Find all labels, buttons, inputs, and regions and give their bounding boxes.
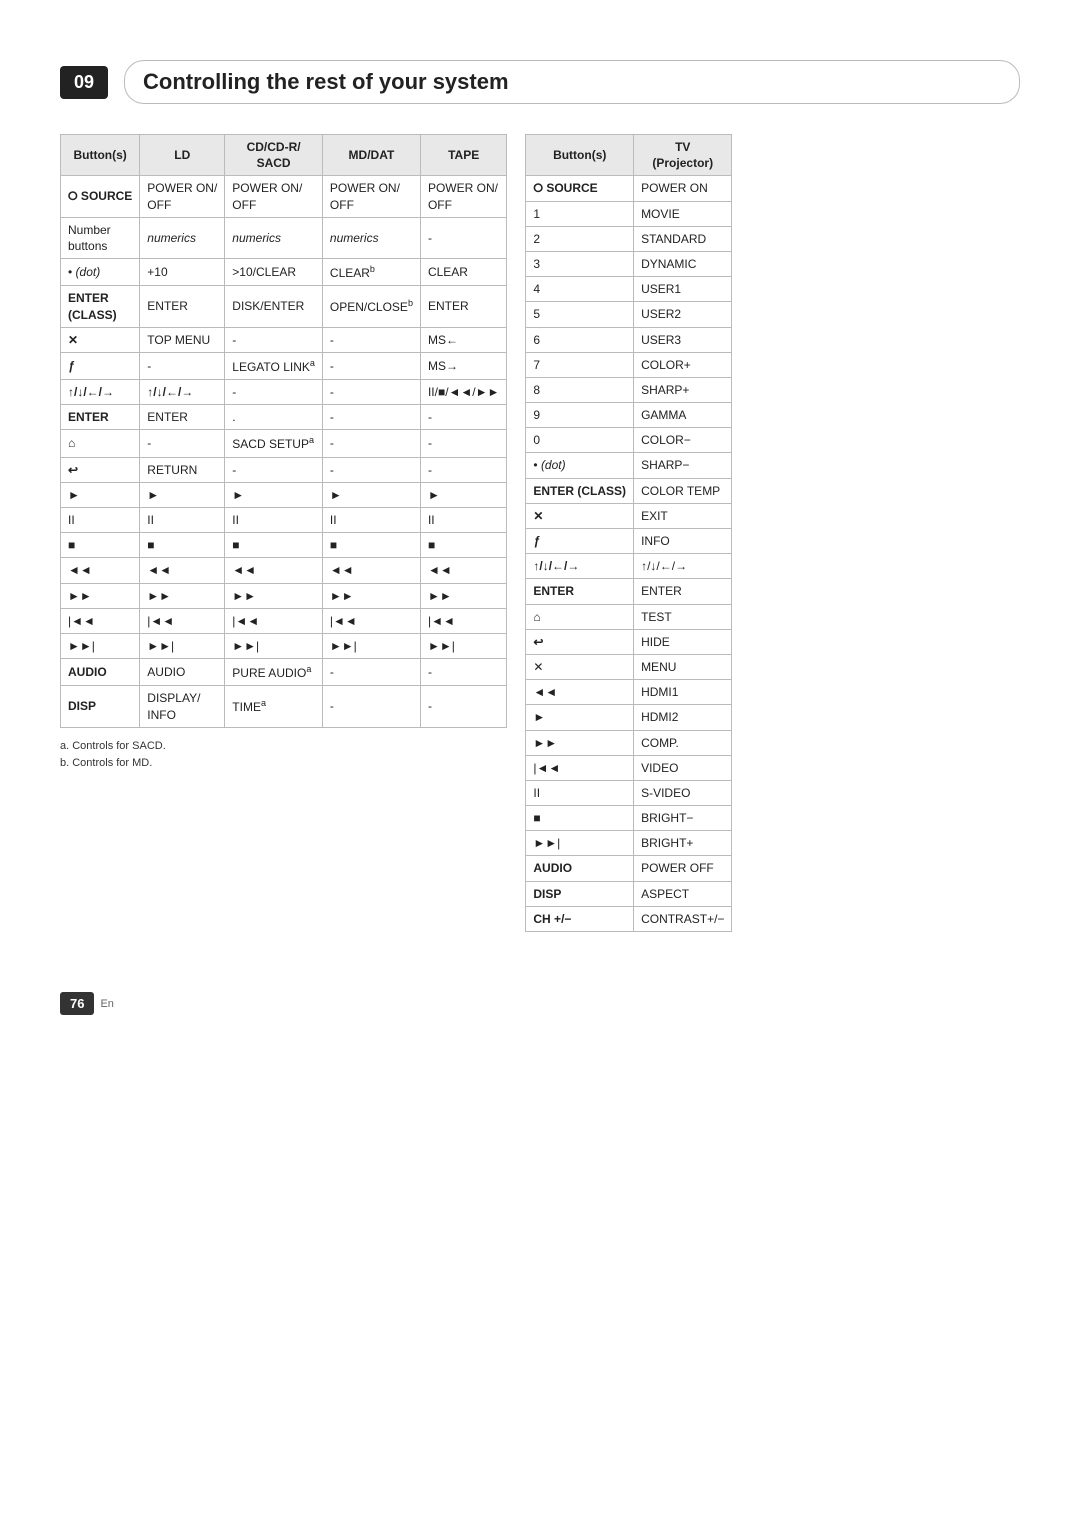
col-buttons-right: Button(s) (526, 135, 634, 176)
table-row: ►► COMP. (526, 730, 732, 755)
page-number: 76 (60, 992, 94, 1015)
table-row: ENTER ENTER . - - (61, 405, 507, 430)
table-row: ■ BRIGHT− (526, 806, 732, 831)
table-row: ENTER ENTER (526, 579, 732, 604)
footnote-a: a. Controls for SACD. (60, 738, 507, 756)
table-row: ■ ■ ■ ■ ■ (61, 533, 507, 558)
right-table-container: Button(s) TV(Projector) ⭘ SOURCE POWER O… (525, 134, 732, 932)
left-table-container: Button(s) LD CD/CD-R/SACD MD/DAT TAPE ⭘ … (60, 134, 507, 773)
table-row: DISP DISPLAY/INFO TIMEa - - (61, 686, 507, 727)
table-row: ► ► ► ► ► (61, 482, 507, 507)
table-row: 6 USER3 (526, 327, 732, 352)
table-row: ◄◄ HDMI1 (526, 680, 732, 705)
table-row: ↩ HIDE (526, 629, 732, 654)
table-row: 2 STANDARD (526, 226, 732, 251)
col-ld: LD (140, 135, 225, 176)
page-footer: 76 En (60, 992, 1020, 1015)
table-row: ↑/↓/←/→ ↑/↓/←/→ - - II/■/◄◄/►► (61, 380, 507, 405)
col-tape: TAPE (420, 135, 506, 176)
table-row: AUDIO AUDIO PURE AUDIOa - - (61, 659, 507, 686)
table-row: Numberbuttons numerics numerics numerics… (61, 217, 507, 258)
footnote-b: b. Controls for MD. (60, 755, 507, 773)
tables-row: Button(s) LD CD/CD-R/SACD MD/DAT TAPE ⭘ … (60, 134, 1020, 932)
table-row: 8 SHARP+ (526, 377, 732, 402)
table-row: ⌂ TEST (526, 604, 732, 629)
table-row: 7 COLOR+ (526, 352, 732, 377)
table-row: ƒ INFO (526, 529, 732, 554)
table-row: AUDIO POWER OFF (526, 856, 732, 881)
table-row: ►► ►► ►► ►► ►► (61, 583, 507, 608)
left-table: Button(s) LD CD/CD-R/SACD MD/DAT TAPE ⭘ … (60, 134, 507, 728)
table-row: ƒ - LEGATO LINKa - MS→ (61, 352, 507, 379)
table-row: ✕ EXIT (526, 503, 732, 528)
table-row: ENTER(CLASS) ENTER DISK/ENTER OPEN/CLOSE… (61, 286, 507, 327)
table-row: 5 USER2 (526, 302, 732, 327)
table-row: ↩ RETURN - - - (61, 457, 507, 482)
table-row: 3 DYNAMIC (526, 251, 732, 276)
chapter-number: 09 (60, 66, 108, 99)
table-row: ⌂ - SACD SETUPa - - (61, 430, 507, 457)
table-row: ✕ TOP MENU - - MS← (61, 327, 507, 352)
table-row: ↑/↓/←/→ ↑/↓/←/→ (526, 554, 732, 579)
table-row: CH +/− CONTRAST+/− (526, 906, 732, 931)
col-cd: CD/CD-R/SACD (225, 135, 323, 176)
table-row: II S-VIDEO (526, 780, 732, 805)
table-row: 1 MOVIE (526, 201, 732, 226)
table-row: • (dot) SHARP− (526, 453, 732, 478)
col-buttons: Button(s) (61, 135, 140, 176)
table-row: II II II II II (61, 508, 507, 533)
table-row: 0 COLOR− (526, 428, 732, 453)
page-language: En (100, 998, 113, 1010)
table-row: ⭘ SOURCE POWER ON (526, 176, 732, 201)
table-row: 9 GAMMA (526, 403, 732, 428)
table-row: |◄◄ |◄◄ |◄◄ |◄◄ |◄◄ (61, 608, 507, 633)
col-md: MD/DAT (322, 135, 420, 176)
table-row: ► HDMI2 (526, 705, 732, 730)
table-row: |◄◄ VIDEO (526, 755, 732, 780)
table-row: ENTER (CLASS) COLOR TEMP (526, 478, 732, 503)
footnotes: a. Controls for SACD. b. Controls for MD… (60, 738, 507, 773)
chapter-title: Controlling the rest of your system (124, 60, 1020, 104)
table-row: ⭘ SOURCE POWER ON/OFF POWER ON/OFF POWER… (61, 176, 507, 217)
right-table: Button(s) TV(Projector) ⭘ SOURCE POWER O… (525, 134, 732, 932)
table-row: ◄◄ ◄◄ ◄◄ ◄◄ ◄◄ (61, 558, 507, 583)
table-row: • (dot) +10 >10/CLEAR CLEARb CLEAR (61, 259, 507, 286)
table-row: ►►| BRIGHT+ (526, 831, 732, 856)
table-row: ✕ MENU (526, 654, 732, 679)
page-header: 09 Controlling the rest of your system (60, 60, 1020, 104)
table-row: DISP ASPECT (526, 881, 732, 906)
col-tv: TV(Projector) (634, 135, 732, 176)
table-row: ►►| ►►| ►►| ►►| ►►| (61, 633, 507, 658)
table-row: 4 USER1 (526, 277, 732, 302)
